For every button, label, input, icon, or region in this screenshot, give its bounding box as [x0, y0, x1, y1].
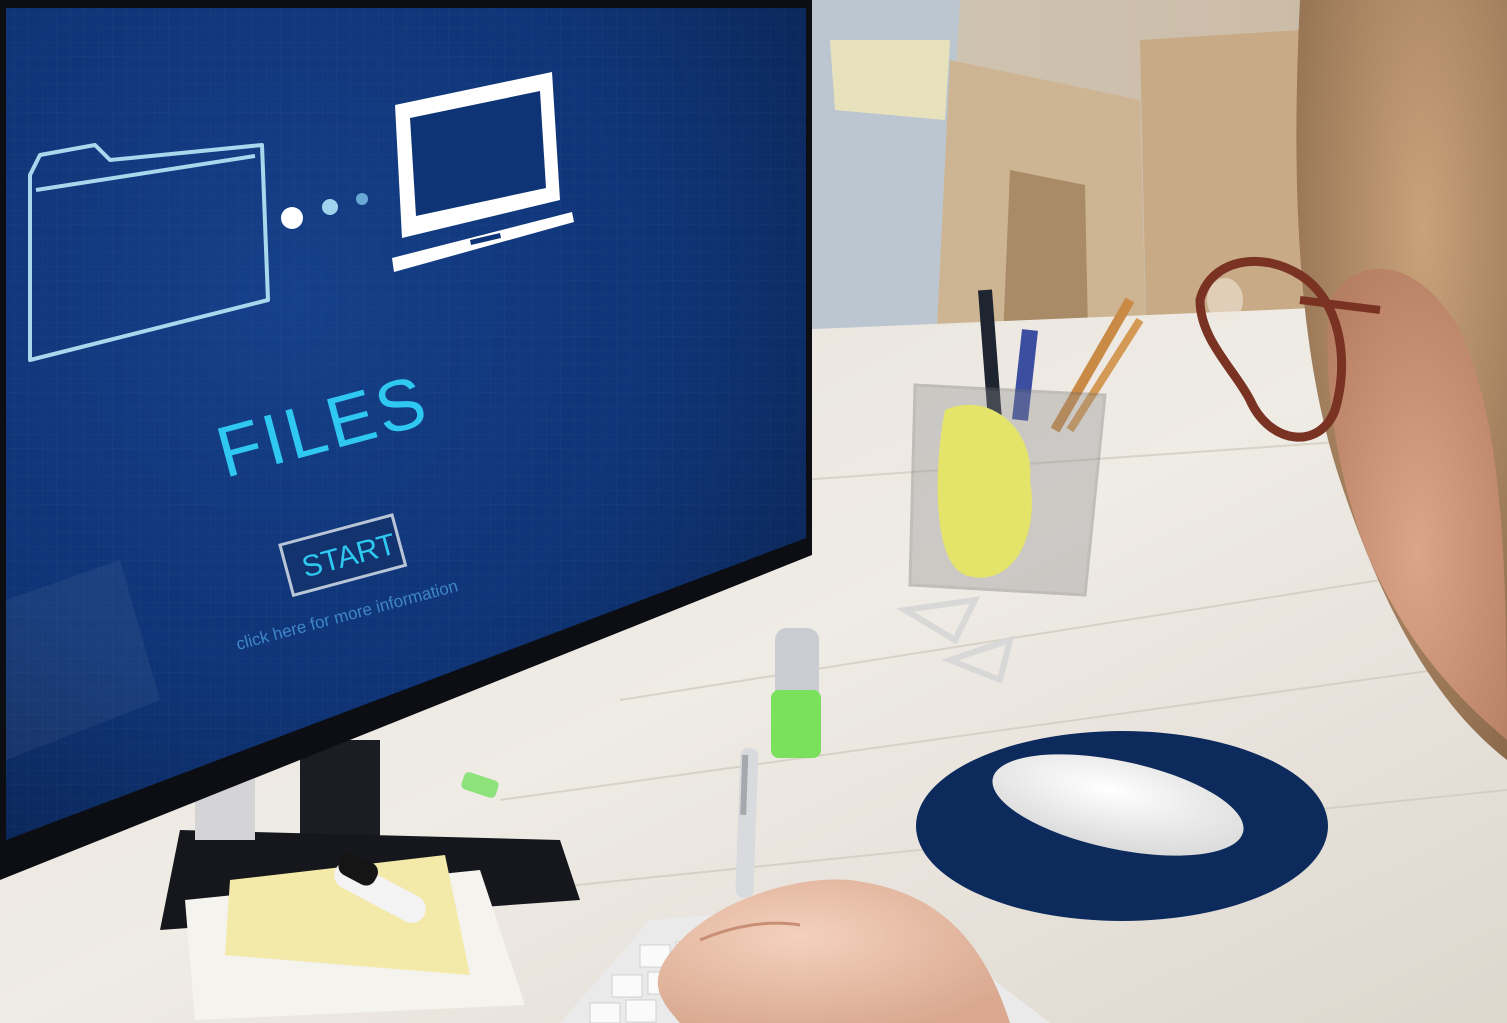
background-note: [830, 40, 950, 120]
photo-scene: FILES START click here for more informat…: [0, 0, 1507, 1023]
photo-svg: FILES START click here for more informat…: [0, 0, 1507, 1023]
green-highlighter: [771, 628, 821, 758]
